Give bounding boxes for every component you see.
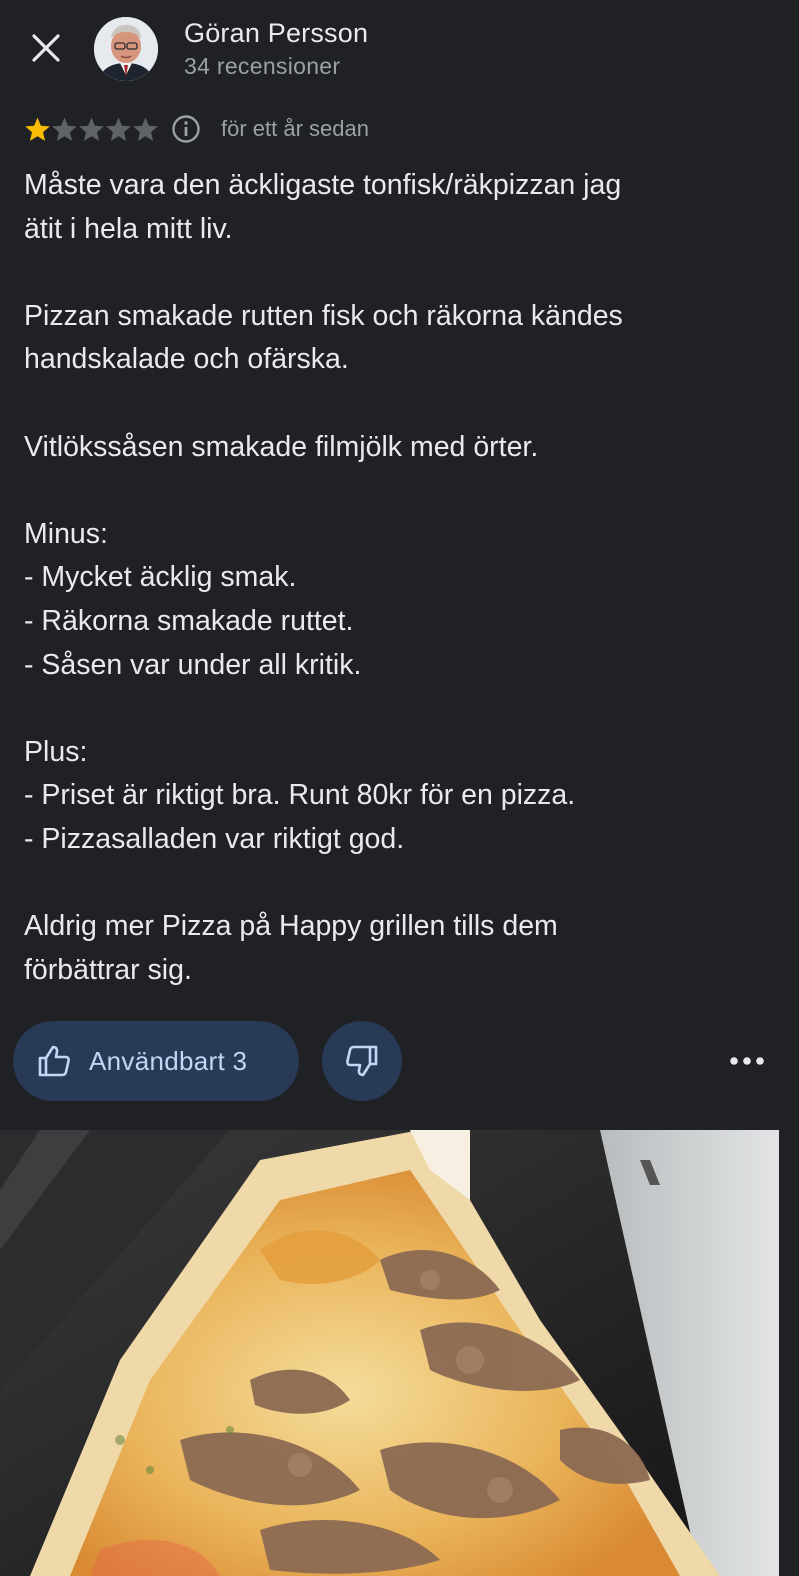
review-photo[interactable] — [0, 1130, 779, 1576]
pizza-photo — [0, 1130, 779, 1576]
star-filled-icon — [25, 117, 50, 141]
review-line: Plus: — [24, 735, 88, 768]
helpful-button[interactable]: Användbart 3 — [13, 1021, 299, 1101]
star-empty-icon — [106, 117, 131, 141]
review-line: Minus: — [24, 517, 108, 550]
review-line: - Räkorna smakade ruttet. — [24, 604, 354, 637]
close-icon — [32, 34, 60, 62]
star-empty-icon — [133, 117, 158, 141]
close-button[interactable] — [22, 24, 70, 72]
review-line: - Pizzasalladen var riktigt god. — [24, 822, 405, 855]
review-line: Pizzan smakade rutten fisk och räkorna k… — [24, 299, 623, 332]
star-rating — [24, 116, 159, 143]
helpful-label: Användbart 3 — [89, 1045, 248, 1076]
review-line: Måste vara den äckligaste tonfisk/räkpiz… — [24, 169, 622, 201]
review-time: för ett år sedan — [221, 116, 369, 141]
review-body: Måste vara den äckligaste tonfisk/räkpiz… — [24, 164, 764, 992]
review-line: handskalade och ofärska. — [24, 343, 349, 376]
thumbs-up-icon — [38, 1045, 70, 1077]
review-line: förbättrar sig. — [24, 953, 192, 986]
review-line: - Mycket äcklig smak. — [24, 561, 297, 594]
more-horizontal-icon — [730, 1057, 764, 1065]
review-count: 34 recensioner — [184, 53, 341, 79]
review-line: - Såsen var under all kritik. — [24, 648, 362, 681]
review-detail-screen: Göran Persson 34 recensioner för ett år … — [0, 0, 799, 1576]
star-empty-icon — [52, 117, 77, 141]
review-line: Vitlökssåsen smakade filmjölk med örter. — [24, 430, 539, 463]
avatar[interactable] — [94, 17, 158, 81]
author-name[interactable]: Göran Persson — [184, 18, 368, 49]
review-line: ätit i hela mitt liv. — [24, 212, 233, 245]
thumbs-down-icon — [346, 1045, 378, 1077]
star-empty-icon — [79, 117, 104, 141]
more-options-button[interactable] — [718, 1038, 776, 1084]
rating-row: för ett år sedan — [24, 113, 369, 145]
info-icon[interactable] — [171, 114, 201, 144]
avatar-image — [94, 17, 158, 81]
review-line: - Priset är riktigt bra. Runt 80kr för e… — [24, 779, 576, 812]
not-helpful-button[interactable] — [322, 1021, 402, 1101]
review-line: Aldrig mer Pizza på Happy grillen tills … — [24, 910, 558, 943]
